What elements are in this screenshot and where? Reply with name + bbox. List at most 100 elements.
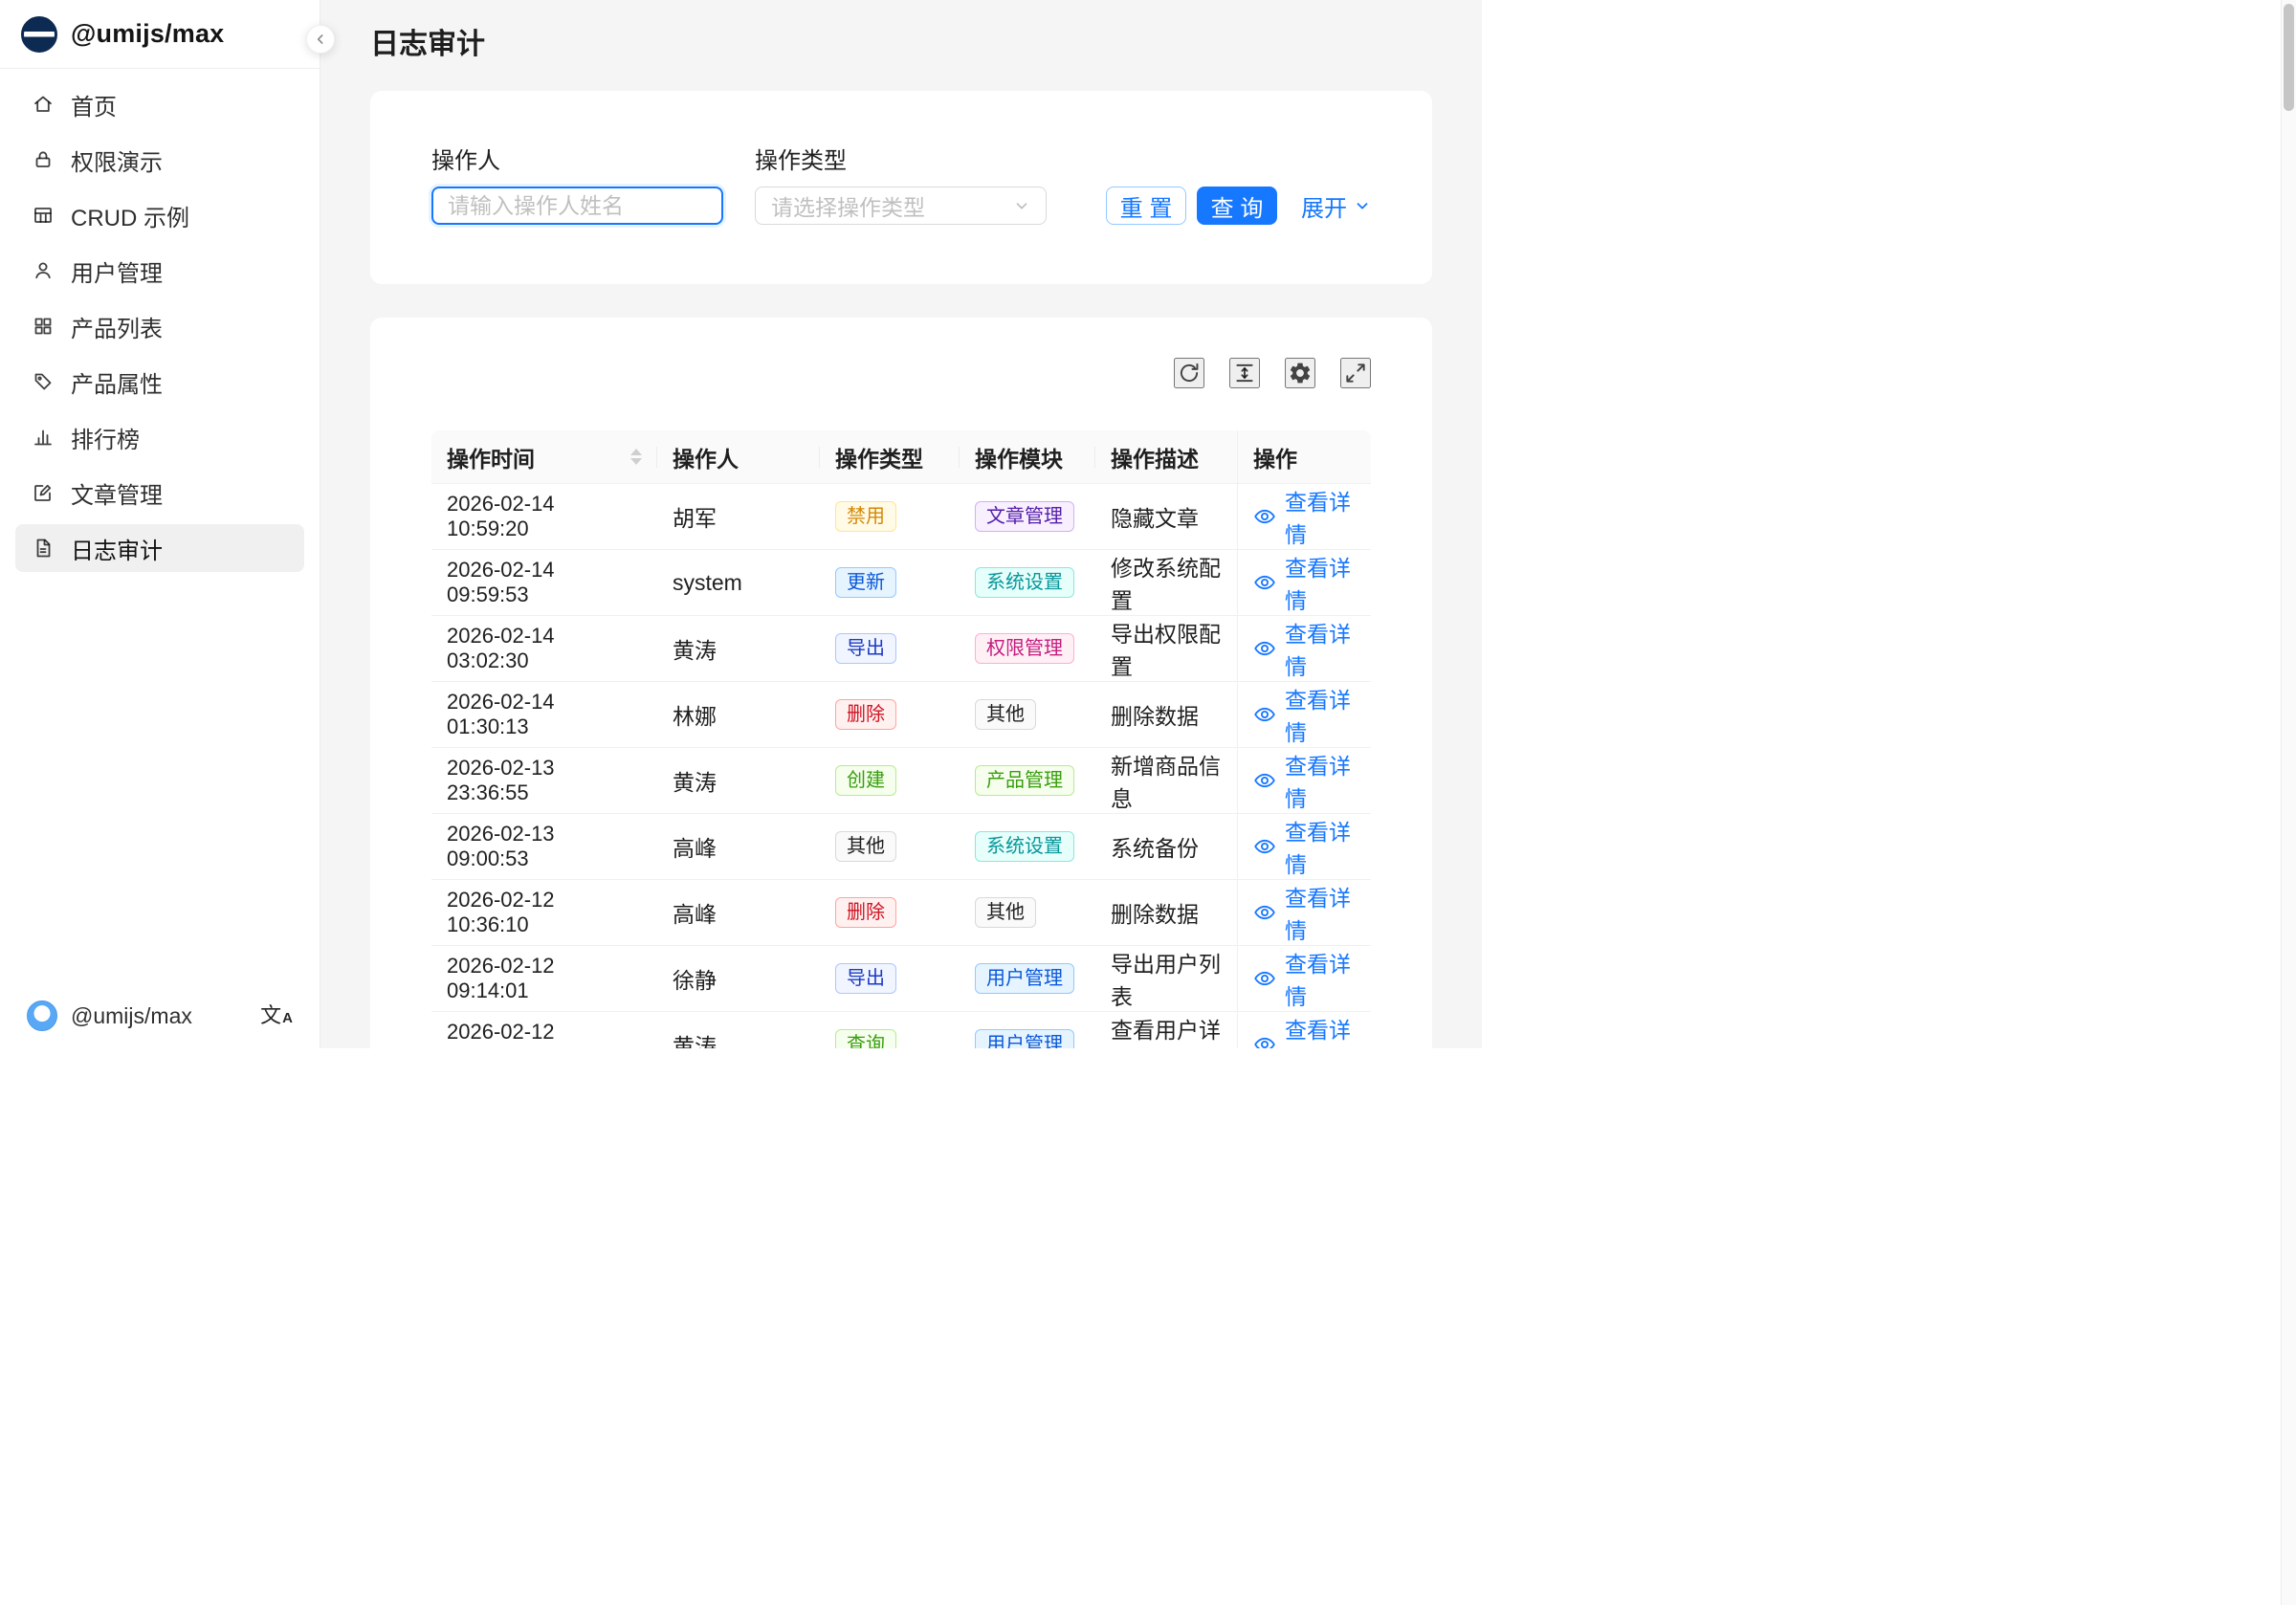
eye-icon (1253, 571, 1276, 594)
column-header-type: 操作类型 (820, 430, 960, 484)
column-header-user: 操作人 (657, 430, 820, 484)
tag-icon (31, 369, 55, 394)
cell-module: 其他 (960, 880, 1095, 946)
view-detail-link[interactable]: 查看详情 (1253, 1012, 1356, 1048)
sidebar-item-label: 用户管理 (71, 254, 163, 288)
view-detail-link[interactable]: 查看详情 (1253, 550, 1356, 615)
sidebar-item-articles[interactable]: 文章管理 (15, 469, 304, 517)
column-height-icon (1232, 361, 1257, 385)
cell-time: 2026-02-14 03:02:30 (431, 616, 657, 682)
table-row: 2026-02-12 08:22:35黄涛查询用户管理查看用户详情查看详情 (431, 1012, 1371, 1048)
view-detail-link[interactable]: 查看详情 (1253, 946, 1356, 1011)
view-detail-link[interactable]: 查看详情 (1253, 682, 1356, 747)
view-detail-label: 查看详情 (1285, 682, 1356, 747)
bar-chart-icon (31, 425, 55, 450)
lock-icon (31, 147, 55, 172)
cell-user: system (657, 550, 820, 616)
column-height-button[interactable] (1229, 358, 1260, 388)
operator-input[interactable] (431, 187, 723, 225)
sidebar-item-crud[interactable]: CRUD 示例 (15, 191, 304, 239)
module-tag: 产品管理 (975, 765, 1074, 796)
cell-type: 导出 (820, 946, 960, 1012)
search-button[interactable]: 查 询 (1197, 187, 1277, 225)
sidebar-item-attributes[interactable]: 产品属性 (15, 358, 304, 406)
cell-type: 查询 (820, 1012, 960, 1048)
module-tag: 用户管理 (975, 1029, 1074, 1048)
settings-button[interactable] (1285, 358, 1315, 388)
table-body: 2026-02-14 10:59:20胡军禁用文章管理隐藏文章查看详情2026-… (431, 484, 1371, 1048)
table-row: 2026-02-13 09:00:53高峰其他系统设置系统备份查看详情 (431, 814, 1371, 880)
cell-desc: 删除数据 (1095, 880, 1237, 946)
sort-carets-icon[interactable] (630, 449, 642, 465)
view-detail-link[interactable]: 查看详情 (1253, 814, 1356, 879)
view-detail-label: 查看详情 (1285, 1012, 1356, 1048)
cell-module: 用户管理 (960, 1012, 1095, 1048)
cell-time: 2026-02-13 23:36:55 (431, 748, 657, 814)
sidebar-item-home[interactable]: 首页 (15, 80, 304, 128)
cell-module: 系统设置 (960, 550, 1095, 616)
logo-row[interactable]: @umijs/max (0, 0, 320, 69)
sidebar-item-ranking[interactable]: 排行榜 (15, 413, 304, 461)
user-avatar[interactable] (27, 1000, 57, 1031)
table-toolbar (431, 356, 1371, 390)
scrollbar-thumb[interactable] (2284, 4, 2294, 111)
cell-module: 权限管理 (960, 616, 1095, 682)
eye-icon (1253, 967, 1276, 990)
cell-desc: 系统备份 (1095, 814, 1237, 880)
view-detail-link[interactable]: 查看详情 (1253, 748, 1356, 813)
translate-icon[interactable]: 文A (260, 1005, 293, 1026)
cell-module: 文章管理 (960, 484, 1095, 550)
view-detail-label: 查看详情 (1285, 616, 1356, 681)
sidebar-item-logs[interactable]: 日志审计 (15, 524, 304, 572)
view-detail-link[interactable]: 查看详情 (1253, 616, 1356, 681)
cell-action: 查看详情 (1237, 682, 1371, 748)
cell-user: 黄涛 (657, 616, 820, 682)
type-select[interactable]: 请选择操作类型 (755, 187, 1047, 225)
module-tag: 用户管理 (975, 963, 1074, 994)
audit-log-table: 操作时间 操作人 操作类型 操作模块 操作描述 操作 2026-02-14 10… (431, 430, 1371, 1048)
reset-button[interactable]: 重 置 (1106, 187, 1186, 225)
table-row: 2026-02-12 10:36:10高峰删除其他删除数据查看详情 (431, 880, 1371, 946)
cell-desc: 修改系统配置 (1095, 550, 1237, 616)
chevron-left-icon (313, 32, 328, 47)
cell-module: 系统设置 (960, 814, 1095, 880)
module-tag: 文章管理 (975, 501, 1074, 532)
cell-desc: 新增商品信息 (1095, 748, 1237, 814)
sidebar-item-users[interactable]: 用户管理 (15, 247, 304, 295)
module-tag: 其他 (975, 897, 1036, 928)
page-title: 日志审计 (370, 27, 1482, 63)
eye-icon (1253, 1033, 1276, 1048)
operation-type-tag: 导出 (835, 963, 896, 994)
cell-action: 查看详情 (1237, 946, 1371, 1012)
cell-user: 林娜 (657, 682, 820, 748)
operation-type-tag: 禁用 (835, 501, 896, 532)
file-icon (31, 536, 55, 561)
cell-desc: 删除数据 (1095, 682, 1237, 748)
view-detail-link[interactable]: 查看详情 (1253, 484, 1356, 549)
cell-time: 2026-02-14 01:30:13 (431, 682, 657, 748)
view-detail-link[interactable]: 查看详情 (1253, 880, 1356, 945)
cell-user: 胡军 (657, 484, 820, 550)
sidebar-item-products[interactable]: 产品列表 (15, 302, 304, 350)
page-scrollbar[interactable] (2281, 0, 2296, 1605)
column-header-time[interactable]: 操作时间 (431, 430, 657, 484)
expand-toggle[interactable]: 展开 (1301, 189, 1371, 223)
cell-type: 更新 (820, 550, 960, 616)
operation-type-tag: 导出 (835, 633, 896, 664)
cell-user: 高峰 (657, 880, 820, 946)
fullscreen-icon (1343, 361, 1368, 385)
sidebar-item-access[interactable]: 权限演示 (15, 136, 304, 184)
footer-brand-label: @umijs/max (71, 1003, 192, 1029)
reload-button[interactable] (1174, 358, 1204, 388)
column-header-desc: 操作描述 (1095, 430, 1237, 484)
cell-action: 查看详情 (1237, 550, 1371, 616)
cell-type: 其他 (820, 814, 960, 880)
sidebar-collapse-button[interactable] (306, 25, 335, 54)
fullscreen-button[interactable] (1340, 358, 1371, 388)
cell-time: 2026-02-12 09:14:01 (431, 946, 657, 1012)
cell-time: 2026-02-12 10:36:10 (431, 880, 657, 946)
table-header-row: 操作时间 操作人 操作类型 操作模块 操作描述 操作 (431, 430, 1371, 484)
view-detail-label: 查看详情 (1285, 484, 1356, 549)
type-field-label: 操作类型 (755, 146, 1047, 177)
cell-user: 徐静 (657, 946, 820, 1012)
